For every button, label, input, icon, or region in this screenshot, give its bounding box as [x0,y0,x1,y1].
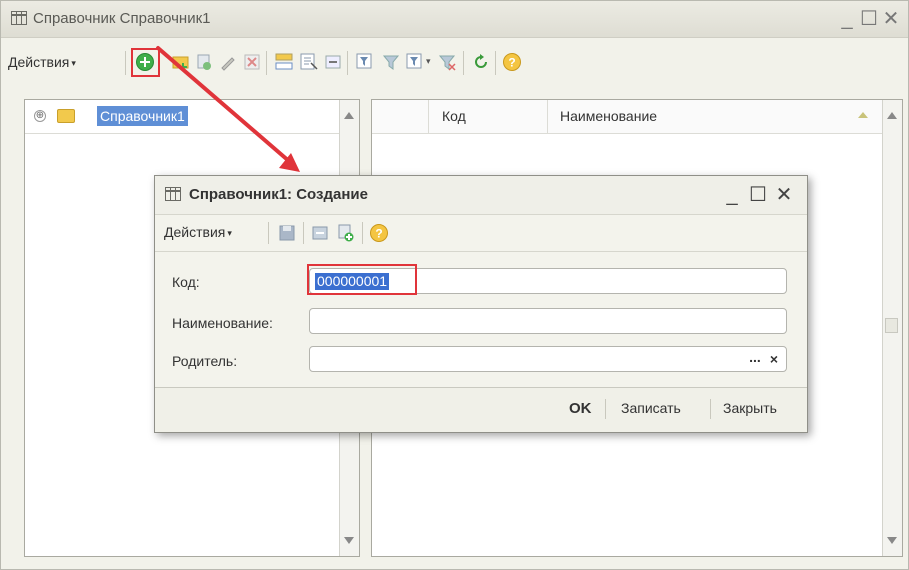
table-icon [165,187,181,201]
select-button[interactable]: ... [746,348,764,370]
name-field[interactable] [309,308,787,334]
dialog-actions-menu[interactable]: Действия ▾ [164,224,232,240]
help-icon[interactable]: ? [369,223,389,243]
name-label: Наименование: [172,315,273,331]
copy-icon[interactable] [336,223,356,243]
clear-button[interactable]: × [765,348,783,370]
dialog-footer: OK Записать Закрыть [155,387,807,432]
ok-button[interactable]: OK [569,400,592,417]
close-button[interactable]: ✕ [771,182,797,207]
close-dialog-button[interactable]: Закрыть [723,400,777,416]
save-and-close-icon[interactable] [277,223,297,243]
footer-separator [605,399,606,419]
actions-label: Действия [164,224,226,240]
toolbar-separator [268,222,269,244]
save-icon[interactable] [310,223,330,243]
create-dialog: Справочник1: Создание _ ☐ ✕ Действия ▾ ? Ко… [154,175,808,433]
minimize-button[interactable]: _ [719,184,745,207]
toolbar-separator [303,222,304,244]
dialog-toolbar: Действия ▾ ? [155,215,807,252]
svg-text:?: ? [375,227,382,241]
toolbar-separator [362,222,363,244]
code-label: Код: [172,274,200,290]
chevron-down-icon: ▾ [227,227,232,238]
code-field-highlight [307,264,417,295]
save-button[interactable]: Записать [621,400,681,416]
dialog-window-controls: _ ☐ ✕ [719,182,797,207]
dialog-titlebar[interactable]: Справочник1: Создание _ ☐ ✕ [155,176,807,215]
parent-field[interactable]: ... × [309,346,787,372]
parent-label: Родитель: [172,353,238,369]
dialog-title: Справочник1: Создание [189,186,368,203]
footer-separator [710,399,711,419]
maximize-button[interactable]: ☐ [745,182,771,207]
